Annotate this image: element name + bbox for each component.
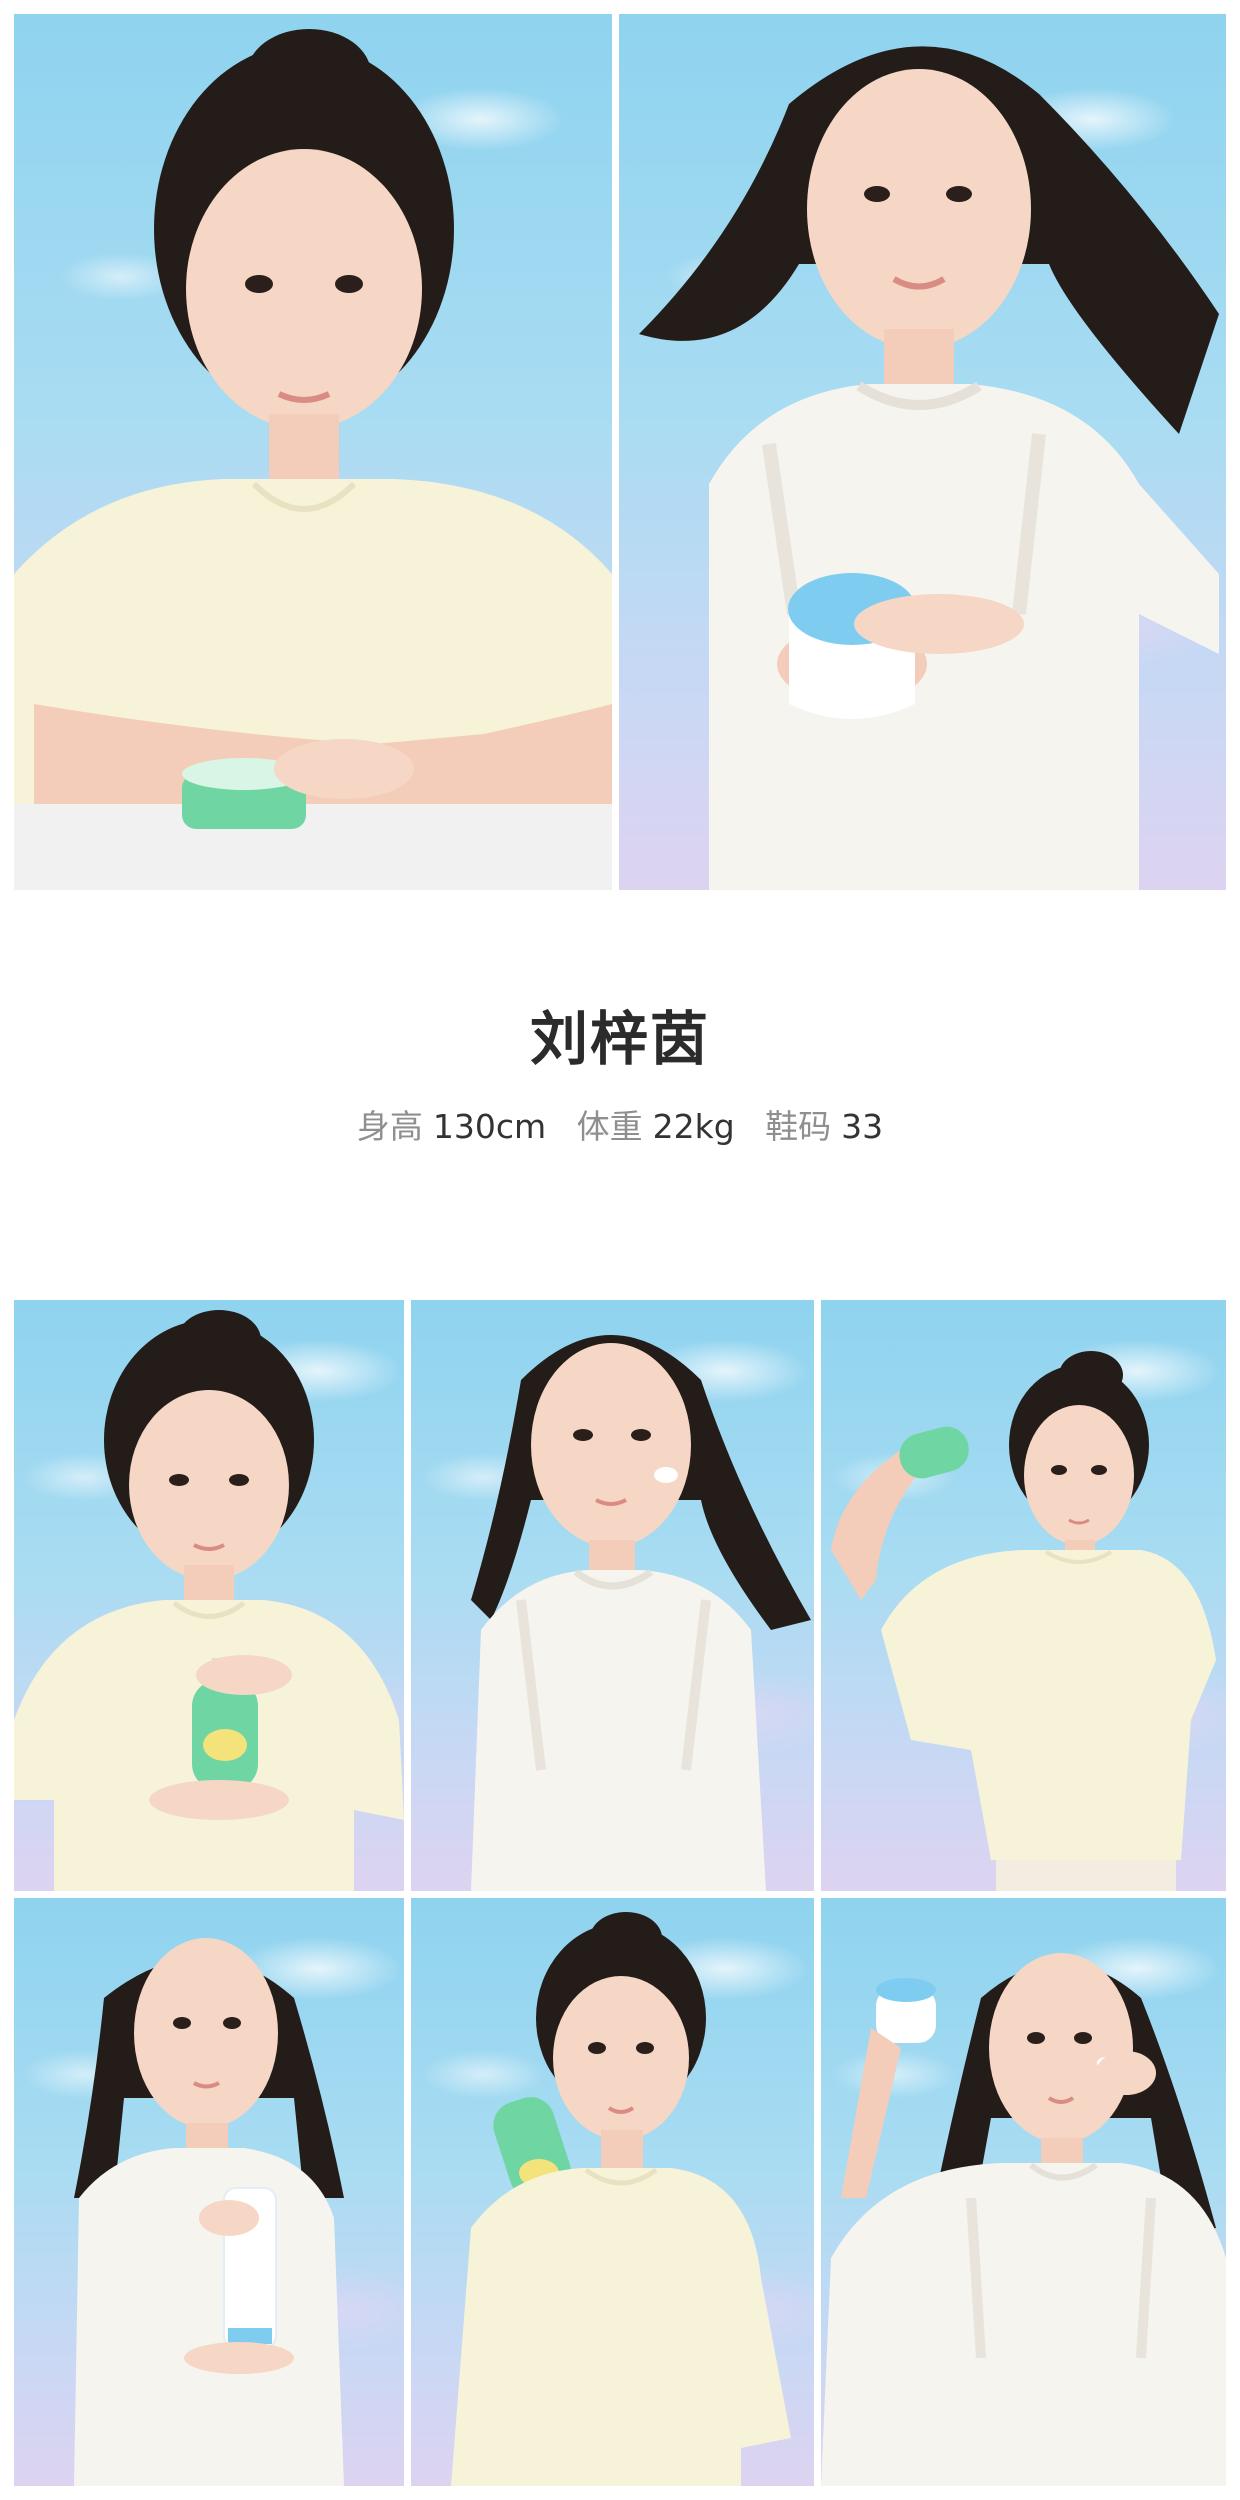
stat-shoe-size-label: 鞋码 — [765, 1107, 832, 1146]
model-photo-bun-green-bottle — [14, 1300, 404, 1891]
stat-height-label: 身高 — [356, 1107, 423, 1146]
model-photo-long-hair-blue-jar-face — [821, 1898, 1226, 2486]
stat-height: 身高 130cm — [357, 1110, 546, 1143]
model-photo-bun-green-bottle-close — [411, 1898, 814, 2486]
stat-shoe-size-value: 33 — [841, 1107, 884, 1146]
model-photo-long-hair-blue-jar — [619, 14, 1226, 890]
model-info: 刘梓茵 身高 130cm 体重 22kg 鞋码 33 — [0, 1010, 1240, 1143]
model-photo-bun-green-jar — [14, 14, 612, 890]
model-photo-long-hair-white-bottle — [14, 1898, 404, 2486]
stat-height-value: 130cm — [432, 1107, 547, 1146]
stat-weight-value: 22kg — [652, 1107, 735, 1146]
model-photo-bun-bottle-raised — [821, 1300, 1226, 1891]
stat-weight: 体重 22kg — [577, 1110, 735, 1143]
model-name: 刘梓茵 — [529, 1005, 710, 1073]
stat-shoe-size: 鞋码 33 — [765, 1110, 883, 1143]
model-stats: 身高 130cm 体重 22kg 鞋码 33 — [0, 1110, 1240, 1143]
product-model-page: 刘梓茵 身高 130cm 体重 22kg 鞋码 33 — [0, 0, 1240, 2500]
stat-weight-label: 体重 — [576, 1107, 643, 1146]
model-photo-long-hair-cream-dot — [411, 1300, 814, 1891]
